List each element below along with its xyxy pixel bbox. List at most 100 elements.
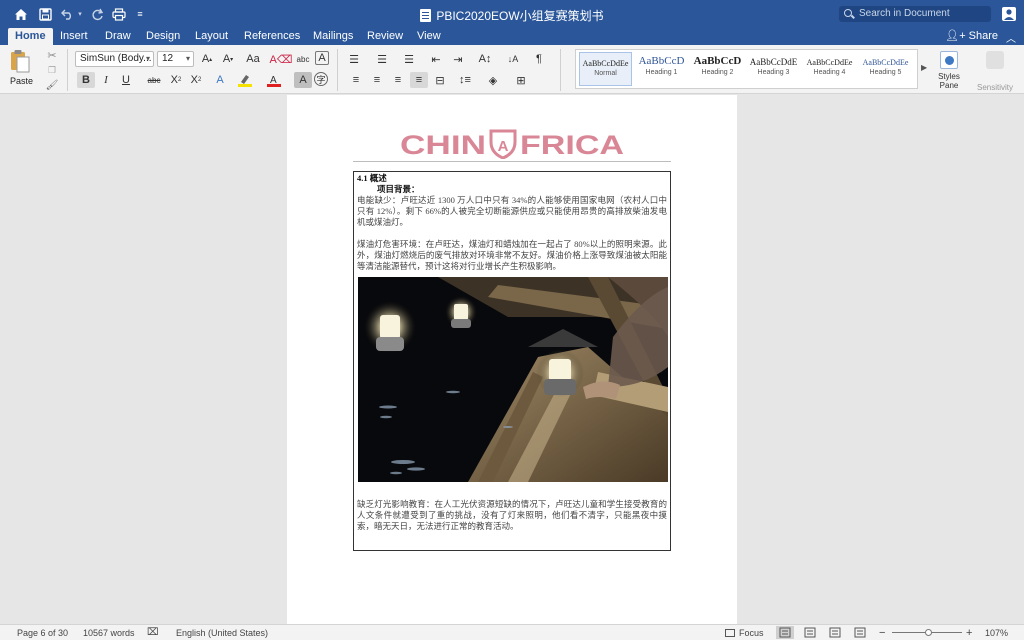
- sort-icon[interactable]: ↓A: [504, 51, 522, 67]
- tab-draw[interactable]: Draw: [98, 28, 138, 45]
- paste-icon[interactable]: [10, 49, 30, 73]
- collapse-ribbon-icon[interactable]: ︿: [1006, 30, 1016, 45]
- style-heading-1[interactable]: AaBbCcD Heading 1: [635, 52, 688, 86]
- clear-formatting-icon[interactable]: A⌫: [270, 51, 293, 67]
- character-border-icon[interactable]: A: [315, 51, 329, 65]
- text-effects-icon[interactable]: A: [211, 72, 229, 88]
- web-layout-view-icon[interactable]: [801, 626, 819, 639]
- svg-text:CHIN: CHIN: [400, 130, 486, 159]
- show-formatting-icon[interactable]: ¶: [530, 51, 548, 67]
- style-heading-2[interactable]: AaBbCcD Heading 2: [691, 52, 744, 86]
- bold-button[interactable]: B: [77, 72, 95, 88]
- tab-design[interactable]: Design: [139, 28, 187, 45]
- zoom-out-icon[interactable]: −: [879, 627, 885, 639]
- share-button[interactable]: 👤︎+ Share: [945, 29, 998, 42]
- font-name-dropdown[interactable]: SimSun (Body... ▾: [75, 51, 154, 67]
- subheading: 项目背景：: [377, 184, 420, 194]
- styles-pane-icon: [940, 51, 958, 69]
- chevron-down-icon: ▾: [185, 54, 190, 63]
- title-bar: ▾ ≡ PBIC2020EOW小组复赛策划书 Search in Documen…: [0, 0, 1024, 28]
- focus-icon: [725, 629, 735, 637]
- content-table-cell[interactable]: 4.1 概述 项目背景： 电能缺少：卢旺达近 1300 万人口中只有 34%的人…: [353, 171, 671, 551]
- styles-gallery: AaBbCcDdEe Normal AaBbCcD Heading 1 AaBb…: [575, 49, 918, 89]
- svg-text:FRICA: FRICA: [520, 130, 624, 159]
- header-rule: [353, 161, 671, 162]
- justify-icon[interactable]: ≡: [410, 72, 428, 88]
- copy-icon[interactable]: ❐: [45, 64, 59, 76]
- zoom-in-icon[interactable]: +: [966, 627, 972, 639]
- bullets-icon[interactable]: ☰: [345, 51, 363, 67]
- print-layout-view-icon[interactable]: [776, 626, 794, 639]
- font-size-dropdown[interactable]: 12 ▾: [157, 51, 194, 67]
- italic-button[interactable]: I: [97, 72, 115, 88]
- tab-review[interactable]: Review: [360, 28, 410, 45]
- focus-button[interactable]: Focus: [725, 627, 764, 639]
- grow-font-icon[interactable]: A ▴: [198, 51, 216, 67]
- superscript-button[interactable]: X2: [187, 72, 205, 88]
- tab-references[interactable]: References: [237, 28, 307, 45]
- proofing-icon[interactable]: ⌧: [147, 627, 159, 639]
- align-center-icon[interactable]: ≡: [368, 72, 386, 88]
- font-color-icon[interactable]: A: [265, 72, 283, 88]
- style-heading-4[interactable]: AaBbCcDdEe Heading 4: [803, 52, 856, 86]
- zoom-slider-handle[interactable]: [925, 629, 932, 636]
- styles-pane-button[interactable]: Styles Pane: [934, 51, 964, 90]
- shrink-font-icon[interactable]: A ▾: [219, 51, 237, 67]
- word-count[interactable]: 10567 words: [83, 627, 135, 639]
- decrease-indent-icon[interactable]: ⇤: [427, 51, 445, 67]
- search-input[interactable]: Search in Document: [839, 6, 991, 22]
- styles-more-icon[interactable]: ▶: [921, 63, 927, 72]
- line-spacing-icon[interactable]: ↕≡: [456, 72, 474, 88]
- paragraph-kerosene-harm: 煤油灯危害环境：在卢旺达，煤油灯和蜡烛加在一起占了 80%以上的照明来源。此外，…: [357, 239, 667, 271]
- tab-layout[interactable]: Layout: [188, 28, 235, 45]
- document-canvas[interactable]: CHIN A FRICA 4.1 概述 项目背景： 电能缺少：卢旺达近 1300…: [0, 95, 1024, 624]
- kerosene-lamps-photo[interactable]: [358, 277, 668, 482]
- tab-insert[interactable]: Insert: [53, 28, 95, 45]
- svg-text:A: A: [498, 138, 509, 155]
- tab-home[interactable]: Home: [8, 28, 53, 45]
- paragraph-education-impact: 缺乏灯光影响教育：在人工光伏资源短缺的情况下，卢旺达儿童和学生接受教育的人文条件…: [357, 499, 667, 531]
- sensitivity-button[interactable]: Sensitivity: [975, 51, 1015, 92]
- paragraph-power-shortage: 电能缺少：卢旺达近 1300 万人口中只有 34%的人能够使用国家电网（农村人口…: [357, 195, 667, 227]
- multilevel-list-icon[interactable]: ☰: [400, 51, 418, 67]
- document-page[interactable]: CHIN A FRICA 4.1 概述 项目背景： 电能缺少：卢旺达近 1300…: [287, 95, 737, 624]
- style-normal[interactable]: AaBbCcDdEe Normal: [579, 52, 632, 86]
- language-indicator[interactable]: English (United States): [176, 627, 268, 639]
- ribbon-tabs: Home Insert Draw Design Layout Reference…: [0, 28, 1024, 45]
- phonetic-guide-icon[interactable]: abc: [294, 51, 312, 67]
- numbering-icon[interactable]: ☰: [373, 51, 391, 67]
- cut-icon[interactable]: ✂: [45, 49, 59, 62]
- borders-icon[interactable]: ⊞: [512, 72, 530, 88]
- paste-button[interactable]: Paste: [10, 76, 33, 86]
- highlight-color-icon[interactable]: [236, 72, 254, 88]
- chevron-down-icon: ▾: [145, 54, 150, 63]
- strikethrough-button[interactable]: abc: [145, 72, 163, 88]
- align-right-icon[interactable]: ≡: [389, 72, 407, 88]
- tab-view[interactable]: View: [410, 28, 448, 45]
- distributed-icon[interactable]: ⊟: [431, 72, 449, 88]
- asian-layout-icon[interactable]: A↕: [476, 51, 494, 67]
- draft-view-icon[interactable]: [851, 626, 869, 639]
- underline-button[interactable]: U: [117, 72, 135, 88]
- word-doc-icon: [420, 9, 432, 22]
- page-indicator[interactable]: Page 6 of 30: [17, 627, 68, 639]
- style-heading-5[interactable]: AaBbCcDdEe Heading 5: [859, 52, 912, 86]
- change-case-icon[interactable]: Aa: [244, 51, 262, 67]
- tab-mailings[interactable]: Mailings: [306, 28, 360, 45]
- divider: [337, 49, 338, 91]
- align-left-icon[interactable]: ≡: [347, 72, 365, 88]
- zoom-level[interactable]: 107%: [985, 627, 1008, 639]
- format-painter-icon[interactable]: 🖌︎: [45, 79, 59, 91]
- enclose-characters-icon[interactable]: 字: [314, 72, 328, 86]
- character-shading-icon[interactable]: A: [294, 72, 312, 88]
- increase-indent-icon[interactable]: ⇥: [449, 51, 467, 67]
- outline-view-icon[interactable]: [826, 626, 844, 639]
- subscript-button[interactable]: X2: [167, 72, 185, 88]
- ribbon-home: Paste ✂ ❐ 🖌︎ SimSun (Body... ▾ 12 ▾ A ▴ A ▾ …: [0, 45, 1024, 94]
- section-heading: 4.1 概述: [357, 173, 387, 183]
- sensitivity-icon: [986, 51, 1004, 69]
- style-heading-3[interactable]: AaBbCcDdE Heading 3: [747, 52, 800, 86]
- shading-icon[interactable]: ◈: [484, 72, 502, 88]
- divider: [67, 49, 68, 91]
- account-icon[interactable]: [1001, 6, 1017, 22]
